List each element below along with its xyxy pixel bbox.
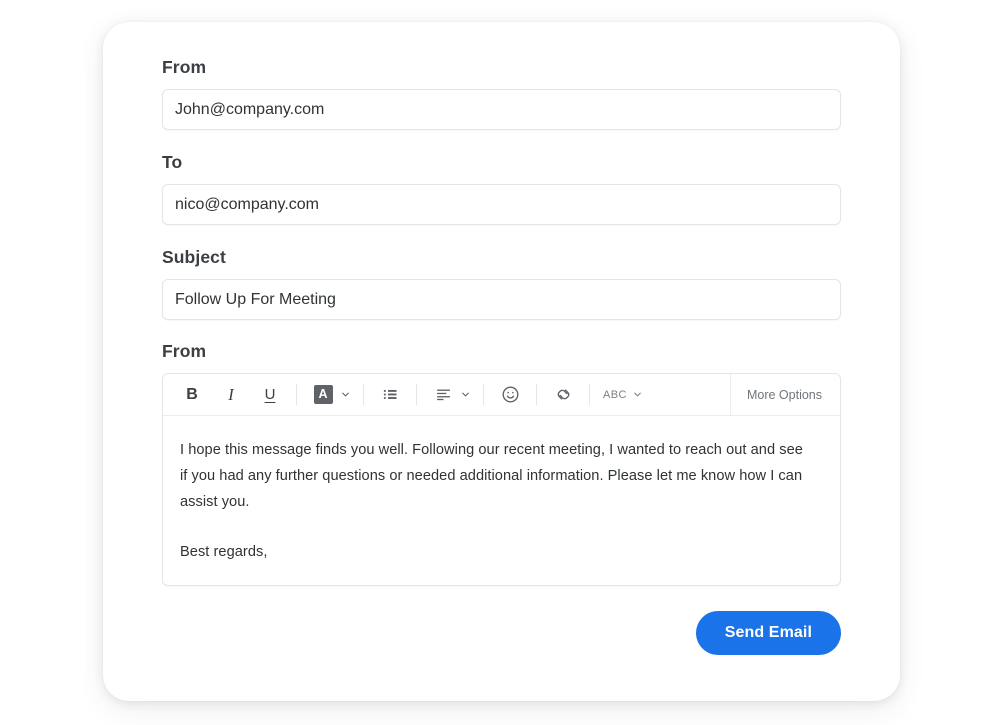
- rich-text-editor: B I U A ABC More Options I hope this mes…: [162, 373, 841, 586]
- spellcheck-button[interactable]: ABC: [601, 389, 645, 401]
- toolbar-divider: [536, 384, 537, 405]
- label-subject: Subject: [162, 247, 226, 267]
- toolbar-divider: [296, 384, 297, 405]
- bulleted-list-icon: [383, 389, 397, 400]
- text-align-chevron-down-icon[interactable]: [458, 389, 472, 400]
- toolbar-divider: [363, 384, 364, 405]
- bold-icon: B: [186, 385, 198, 403]
- toolbar-divider: [589, 384, 590, 405]
- label-to: To: [162, 152, 183, 172]
- subject-input[interactable]: [162, 279, 841, 320]
- message-paragraph: I hope this message finds you well. Foll…: [180, 442, 803, 510]
- text-color-button[interactable]: A: [308, 380, 338, 410]
- text-align-icon: [436, 389, 450, 401]
- bulleted-list-button[interactable]: [375, 380, 405, 410]
- message-signature: Best regards,: [180, 544, 268, 560]
- compose-form: From To Subject From B: [162, 56, 841, 655]
- email-compose-card: From To Subject From B: [103, 22, 900, 701]
- italic-button[interactable]: I: [216, 380, 246, 410]
- link-icon: [557, 389, 569, 400]
- field-subject: Subject: [162, 246, 841, 320]
- bold-button[interactable]: B: [177, 380, 207, 410]
- toolbar-divider: [416, 384, 417, 405]
- text-align-button[interactable]: [428, 380, 458, 410]
- field-from: From: [162, 56, 841, 130]
- field-to: To: [162, 151, 841, 225]
- link-button[interactable]: [548, 380, 578, 410]
- editor-toolbar: B I U A ABC More Options: [163, 374, 840, 416]
- message-body[interactable]: I hope this message finds you well. Foll…: [163, 416, 840, 585]
- label-from: From: [162, 57, 207, 77]
- from-input[interactable]: [162, 89, 841, 130]
- emoji-icon: [502, 386, 518, 403]
- send-row: Send Email: [162, 611, 841, 655]
- to-input[interactable]: [162, 184, 841, 225]
- text-color-icon: A: [313, 385, 333, 404]
- underline-button[interactable]: U: [255, 380, 285, 410]
- toolbar-divider: [483, 384, 484, 405]
- italic-icon: I: [228, 384, 234, 404]
- more-options-button[interactable]: More Options: [731, 388, 838, 402]
- underline-icon: U: [264, 386, 276, 403]
- label-body: From: [162, 341, 207, 361]
- spellcheck-icon: ABC: [603, 388, 627, 401]
- emoji-button[interactable]: [495, 380, 525, 410]
- spellcheck-chevron-down-icon: [634, 392, 641, 397]
- send-email-button[interactable]: Send Email: [695, 611, 841, 655]
- page-root: From To Subject From B: [0, 0, 1003, 725]
- text-color-chevron-down-icon[interactable]: [338, 389, 352, 400]
